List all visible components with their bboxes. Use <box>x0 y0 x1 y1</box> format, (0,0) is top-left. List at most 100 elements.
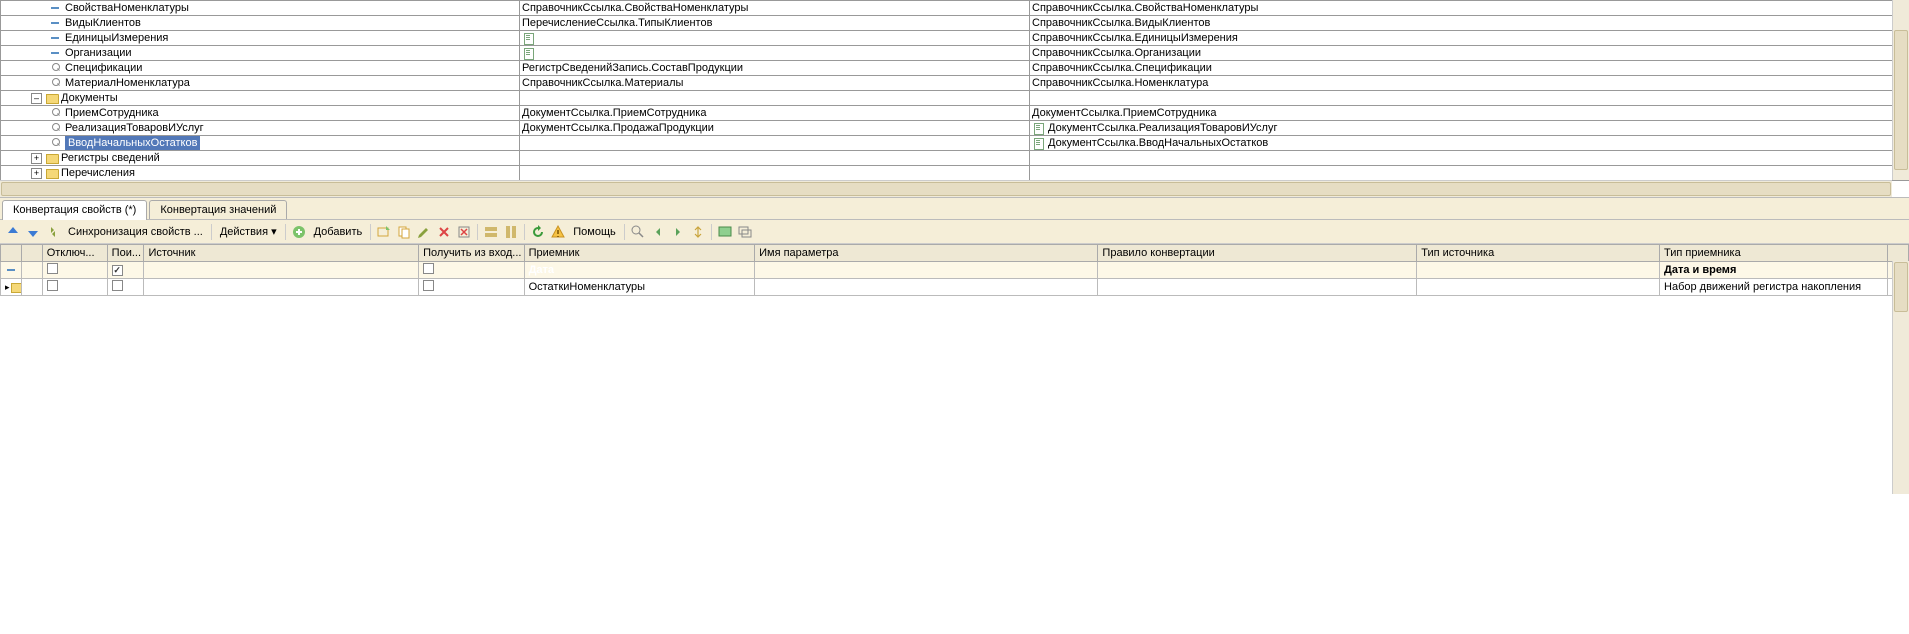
cell-recvtype: Дата и время <box>1660 262 1888 279</box>
tree-col3-text: СправочникСсылка.Спецификации <box>1032 62 1212 74</box>
delete-icon[interactable] <box>435 223 453 241</box>
tree-label: Документы <box>61 92 118 104</box>
folder-icon <box>45 92 59 104</box>
refresh-icon[interactable] <box>529 223 547 241</box>
cell-receiver[interactable]: ОстаткиНоменклатуры <box>524 279 755 296</box>
help-button[interactable]: Помощь <box>569 226 620 238</box>
screen-icon[interactable] <box>716 223 734 241</box>
tree-label: Организации <box>65 47 132 59</box>
add-icon[interactable] <box>290 223 308 241</box>
window-row-icon[interactable] <box>482 223 500 241</box>
doc-icon <box>522 47 536 59</box>
expand-toggle-icon[interactable]: + <box>31 168 42 179</box>
tree-col3-text: СправочникСсылка.Номенклатура <box>1032 77 1208 89</box>
tree-label: СвойстваНоменклатуры <box>65 2 189 14</box>
new-row-icon[interactable] <box>375 223 393 241</box>
next-icon[interactable] <box>669 223 687 241</box>
off-checkbox[interactable] <box>47 280 58 291</box>
expand-toggle-icon[interactable]: + <box>31 153 42 164</box>
top-scrollbar-thumb-h[interactable] <box>1 182 1891 196</box>
window-col-icon[interactable] <box>502 223 520 241</box>
header-recvtype[interactable]: Тип приемника <box>1660 245 1888 262</box>
tree-col3-text: СправочникСсылка.ЕдиницыИзмерения <box>1032 32 1238 44</box>
doc-icon <box>1032 137 1046 149</box>
header-param[interactable]: Имя параметра <box>755 245 1098 262</box>
mag-icon <box>49 137 63 149</box>
tab-values[interactable]: Конвертация значений <box>149 200 287 219</box>
tree-label: РеализацияТоваровИУслуг <box>65 122 204 134</box>
delete-marked-icon[interactable] <box>455 223 473 241</box>
tree-row[interactable]: МатериалНоменклатураСправочникСсылка.Мат… <box>1 76 1909 91</box>
find-icon[interactable] <box>629 223 647 241</box>
tree-grid[interactable]: СвойстваНоменклатурыСправочникСсылка.Сво… <box>0 0 1909 181</box>
header-poi[interactable]: Пои... <box>107 245 144 262</box>
mag-icon <box>49 122 63 134</box>
grid-row[interactable]: ▸ОстаткиНоменклатурыНабор движений регис… <box>1 279 1909 296</box>
cell-receiver[interactable]: Дата <box>524 262 755 279</box>
actions-button[interactable]: Действия ▾ <box>216 225 281 238</box>
add-button[interactable]: Добавить <box>310 226 367 238</box>
tree-row[interactable]: ВводНачальныхОстатковДокументСсылка.Ввод… <box>1 136 1909 151</box>
tree-row[interactable]: ВидыКлиентовПеречислениеСсылка.ТипыКлиен… <box>1 16 1909 31</box>
warning-icon[interactable] <box>549 223 567 241</box>
tree-row[interactable]: СвойстваНоменклатурыСправочникСсылка.Сво… <box>1 1 1909 16</box>
top-scrollbar-thumb-v[interactable] <box>1894 30 1908 170</box>
tree-row[interactable]: +Регистры сведений <box>1 151 1909 166</box>
tree-col3-text: ДокументСсылка.ПриемСотрудника <box>1032 107 1216 119</box>
nav-down-icon[interactable] <box>24 223 42 241</box>
header-receiver[interactable]: Приемник <box>524 245 755 262</box>
header-source[interactable]: Источник <box>144 245 419 262</box>
doc-icon <box>1032 122 1046 134</box>
bottom-grid[interactable]: Отключ... Пои... Источник Получить из вх… <box>0 244 1909 296</box>
tree-col2-text: ДокументСсылка.ПродажаПродукции <box>522 122 714 134</box>
header-rule[interactable]: Правило конвертации <box>1098 245 1417 262</box>
mag-icon <box>49 62 63 74</box>
prop-icon <box>49 17 63 29</box>
mag-icon <box>49 107 63 119</box>
header-expand[interactable] <box>21 245 42 262</box>
tab-properties[interactable]: Конвертация свойств (*) <box>2 200 147 220</box>
tree-row[interactable]: РеализацияТоваровИУслуг ДокументСсылка.Пр… <box>1 121 1909 136</box>
sync-button[interactable]: Синхронизация свойств ... <box>64 226 207 238</box>
off-checkbox[interactable] <box>47 263 58 274</box>
tree-row[interactable]: +Перечисления <box>1 166 1909 181</box>
tree-label: МатериалНоменклатура <box>65 77 190 89</box>
tree-col3-text: ДокументСсылка.РеализацияТоваровИУслуг <box>1048 122 1278 134</box>
header-marker[interactable] <box>1 245 22 262</box>
tree-row[interactable]: СпецификацииРегистрСведенийЗапись.Состав… <box>1 61 1909 76</box>
prop-icon <box>49 32 63 44</box>
header-off[interactable]: Отключ... <box>42 245 107 262</box>
collapse-all-icon[interactable] <box>689 223 707 241</box>
row-marker-icon <box>5 264 19 276</box>
edit-icon[interactable] <box>415 223 433 241</box>
prop-icon <box>49 47 63 59</box>
tree-row[interactable]: ЕдиницыИзмеренияСправочникСсылка.Единицы… <box>1 31 1909 46</box>
folder-icon <box>45 167 59 179</box>
sync-icon[interactable] <box>44 223 62 241</box>
get-checkbox[interactable] <box>423 263 434 274</box>
prop-icon <box>49 2 63 14</box>
bottom-scrollbar-v[interactable] <box>1892 261 1909 494</box>
expand-toggle-icon[interactable]: – <box>31 93 42 104</box>
toolbar: Синхронизация свойств ... Действия ▾ Доб… <box>0 220 1909 244</box>
top-scrollbar-h[interactable] <box>0 180 1892 197</box>
header-srctype[interactable]: Тип источника <box>1417 245 1660 262</box>
header-get[interactable]: Получить из вход... <box>419 245 524 262</box>
screens-icon[interactable] <box>736 223 754 241</box>
cell-recvtype: Набор движений регистра накопления <box>1660 279 1888 296</box>
poi-checkbox[interactable] <box>112 280 123 291</box>
tree-label: Спецификации <box>65 62 142 74</box>
top-scrollbar-v[interactable] <box>1892 0 1909 180</box>
poi-checkbox[interactable] <box>112 265 123 276</box>
grid-row[interactable]: Дата Дата и время <box>1 262 1909 279</box>
prev-icon[interactable] <box>649 223 667 241</box>
tree-row[interactable]: ОрганизацииСправочникСсылка.Организации <box>1 46 1909 61</box>
copy-icon[interactable] <box>395 223 413 241</box>
get-checkbox[interactable] <box>423 280 434 291</box>
tree-row[interactable]: ПриемСотрудника ДокументСсылка.ПриемСотру… <box>1 106 1909 121</box>
bottom-scrollbar-thumb-v[interactable] <box>1894 262 1908 312</box>
tree-row[interactable]: – Документы <box>1 91 1909 106</box>
mag-icon <box>49 77 63 89</box>
tree-label: ПриемСотрудника <box>65 107 159 119</box>
nav-up-icon[interactable] <box>4 223 22 241</box>
